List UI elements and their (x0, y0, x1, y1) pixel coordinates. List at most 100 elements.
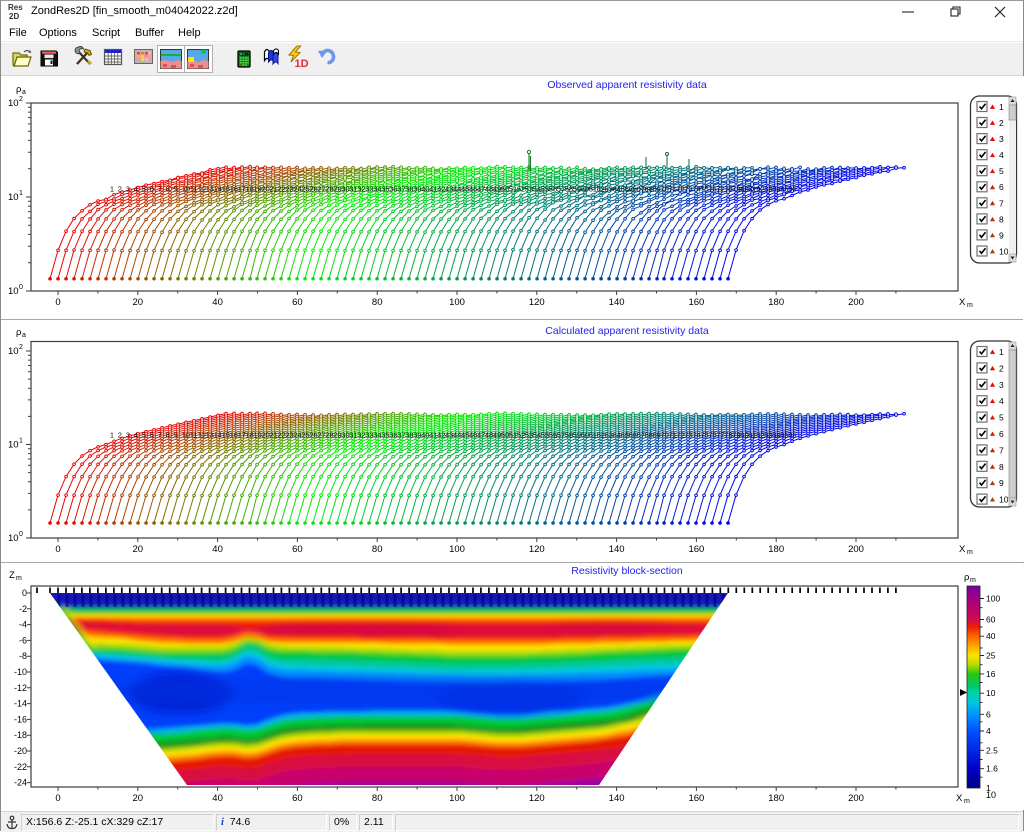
svg-text:3: 3 (126, 431, 130, 440)
svg-text:180: 180 (768, 793, 784, 804)
svg-text:-18: -18 (14, 730, 27, 740)
svg-text:86: 86 (788, 185, 796, 194)
svg-text:m: m (964, 798, 970, 805)
svg-text:10: 10 (999, 495, 1009, 505)
svg-text:1D: 1D (295, 58, 309, 70)
svg-text:6: 6 (150, 431, 154, 440)
svg-text:a: a (22, 89, 26, 96)
svg-text:1: 1 (19, 190, 23, 197)
svg-text:8: 8 (999, 462, 1004, 472)
svg-text:3: 3 (126, 185, 130, 194)
svg-text:2: 2 (118, 431, 122, 440)
svg-text:40: 40 (212, 793, 223, 804)
svg-text:200: 200 (848, 544, 864, 555)
svg-text:10: 10 (8, 346, 19, 357)
svg-text:-16: -16 (14, 714, 27, 724)
svg-text:2: 2 (19, 96, 23, 103)
svg-text:Res: Res (8, 3, 23, 12)
svg-text:60: 60 (292, 544, 303, 555)
svg-text:100: 100 (986, 594, 1000, 604)
svg-text:1: 1 (999, 347, 1004, 357)
svg-text:140: 140 (609, 793, 625, 804)
svg-text:6: 6 (999, 182, 1004, 192)
svg-text:-4: -4 (19, 620, 27, 630)
svg-text:9: 9 (999, 478, 1004, 488)
svg-text:180: 180 (768, 297, 784, 308)
svg-text:10: 10 (986, 688, 996, 698)
svg-text:Calculated apparent resistivit: Calculated apparent resistivity data (545, 325, 709, 337)
svg-text:80: 80 (372, 544, 383, 555)
svg-text:120: 120 (529, 544, 545, 555)
svg-text:6: 6 (999, 429, 1004, 439)
svg-text:X: X (959, 297, 966, 308)
svg-text:m: m (967, 549, 973, 556)
svg-text:10: 10 (8, 533, 19, 544)
svg-text:86: 86 (788, 431, 796, 440)
svg-text:10: 10 (8, 192, 19, 203)
svg-text:-2: -2 (19, 604, 27, 614)
svg-text:4: 4 (999, 396, 1004, 406)
svg-text:5: 5 (999, 166, 1004, 176)
svg-text:4: 4 (134, 431, 138, 440)
svg-text:10: 10 (986, 790, 996, 800)
svg-text:100: 100 (449, 297, 465, 308)
svg-text:0: 0 (19, 531, 23, 538)
svg-text:11: 11 (190, 431, 198, 440)
svg-text:160: 160 (688, 793, 704, 804)
svg-text:0: 0 (19, 284, 23, 291)
svg-text:4: 4 (134, 185, 138, 194)
svg-text:20: 20 (133, 297, 144, 308)
svg-text:10: 10 (999, 247, 1009, 257)
svg-text:60: 60 (986, 615, 996, 625)
svg-text:10: 10 (8, 286, 19, 297)
svg-text:m: m (16, 575, 22, 582)
svg-text:160: 160 (688, 297, 704, 308)
svg-text:8: 8 (166, 185, 170, 194)
svg-text:80: 80 (372, 793, 383, 804)
svg-text:9: 9 (999, 230, 1004, 240)
svg-text:100: 100 (449, 793, 465, 804)
svg-text:-22: -22 (14, 762, 27, 772)
svg-text:9: 9 (174, 431, 178, 440)
svg-text:6: 6 (986, 709, 991, 719)
svg-text:m: m (970, 577, 976, 584)
svg-text:m: m (967, 302, 973, 309)
svg-text:-8: -8 (19, 651, 27, 661)
svg-text:140: 140 (609, 297, 625, 308)
svg-text:140: 140 (609, 544, 625, 555)
svg-text:2: 2 (19, 344, 23, 351)
svg-text:20: 20 (133, 793, 144, 804)
svg-text:X: X (956, 793, 963, 804)
svg-text:3: 3 (999, 134, 1004, 144)
svg-text:100: 100 (449, 544, 465, 555)
svg-text:9: 9 (174, 185, 178, 194)
svg-text:-6: -6 (19, 635, 27, 645)
svg-text:60: 60 (292, 297, 303, 308)
svg-text:10: 10 (8, 440, 19, 451)
svg-text:120: 120 (529, 793, 545, 804)
svg-text:0: 0 (55, 297, 60, 308)
svg-text:7: 7 (158, 431, 162, 440)
svg-text:7: 7 (999, 445, 1004, 455)
svg-text:-24: -24 (14, 778, 27, 788)
svg-text:-14: -14 (14, 699, 27, 709)
svg-text:Resistivity block-section: Resistivity block-section (571, 565, 683, 577)
svg-text:7: 7 (999, 198, 1004, 208)
svg-text:-20: -20 (14, 746, 27, 756)
svg-text:Z: Z (9, 570, 15, 581)
svg-text:5: 5 (142, 431, 146, 440)
svg-text:7: 7 (158, 185, 162, 194)
svg-text:4: 4 (999, 150, 1004, 160)
svg-text:a: a (22, 332, 26, 339)
svg-text:40: 40 (986, 631, 996, 641)
svg-text:0: 0 (22, 588, 27, 598)
svg-text:-10: -10 (14, 667, 27, 677)
svg-text:2: 2 (118, 185, 122, 194)
svg-text:3: 3 (999, 380, 1004, 390)
svg-text:Observed apparent resistivity: Observed apparent resistivity data (547, 79, 706, 91)
svg-text:25: 25 (986, 651, 996, 661)
svg-text:180: 180 (768, 544, 784, 555)
svg-text:1: 1 (999, 102, 1004, 112)
svg-text:8: 8 (166, 431, 170, 440)
svg-text:120: 120 (529, 297, 545, 308)
